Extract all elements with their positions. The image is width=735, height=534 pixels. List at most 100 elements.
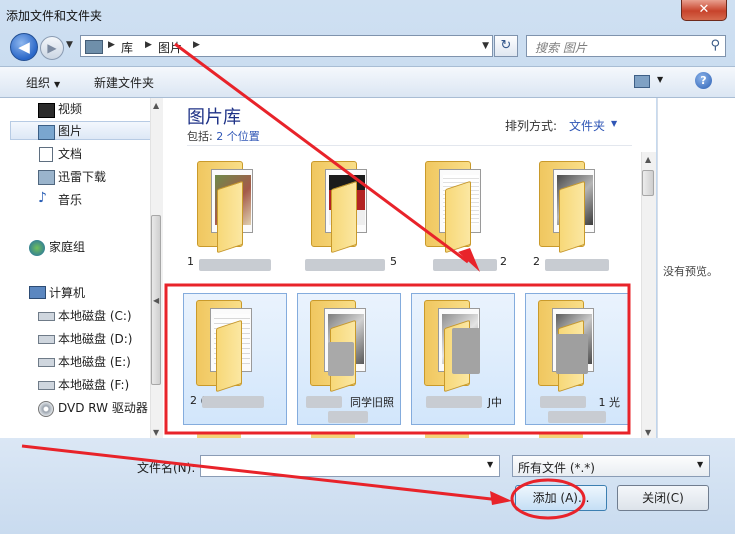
address-dropdown-icon[interactable]: ▼ bbox=[482, 41, 489, 51]
download-folder-icon bbox=[38, 170, 55, 185]
folder-icon bbox=[196, 300, 258, 393]
blurred-label bbox=[540, 396, 586, 408]
folder-tile[interactable]: 1 bbox=[185, 155, 289, 287]
add-files-dialog: 添加文件和文件夹 ✕ ◀ ▶ ▼ ▶ 库 ▶ 图片 ▶ ▼ ↻ 搜索 图片 ⚲ … bbox=[0, 0, 735, 534]
sidebar-item-music[interactable]: 音乐 bbox=[58, 191, 82, 209]
chevron-down-icon: ▼ bbox=[54, 80, 61, 89]
navigation-pane: 视频 图片 文档 迅雷下载 ♪ 音乐 家庭组 计算机 本地磁盘 (C:) 本地磁… bbox=[0, 98, 162, 438]
file-type-value: 所有文件 (*.*) bbox=[518, 461, 595, 475]
includes-locations-link[interactable]: 2 个位置 bbox=[216, 130, 260, 143]
sidebar-item-drive-d[interactable]: 本地磁盘 (D:) bbox=[58, 330, 132, 348]
dvd-drive-icon bbox=[38, 401, 54, 417]
chevron-right-icon[interactable]: ▶ bbox=[145, 40, 152, 50]
library-icon bbox=[85, 40, 103, 54]
sidebar-item-drive-c[interactable]: 本地磁盘 (C:) bbox=[58, 307, 132, 325]
title-bar: 添加文件和文件夹 ✕ bbox=[0, 0, 735, 30]
command-toolbar: 组织 ▼ 新建文件夹 ▼ ? bbox=[0, 66, 735, 98]
documents-library-icon bbox=[39, 147, 53, 162]
scroll-grip-icon: ◀ bbox=[153, 296, 160, 305]
hard-drive-icon bbox=[38, 312, 55, 321]
navigation-bar: ◀ ▶ ▼ ▶ 库 ▶ 图片 ▶ ▼ ↻ 搜索 图片 ⚲ bbox=[0, 31, 735, 61]
computer-icon bbox=[29, 286, 46, 299]
change-view-icon[interactable] bbox=[634, 75, 650, 88]
content-scroll-thumb[interactable] bbox=[642, 170, 654, 196]
blurred-label bbox=[199, 259, 271, 271]
help-button[interactable]: ? bbox=[695, 72, 712, 89]
folder-icon bbox=[425, 161, 487, 254]
header-divider bbox=[187, 145, 632, 146]
close-window-button[interactable]: ✕ bbox=[681, 0, 727, 21]
filename-input[interactable] bbox=[200, 455, 500, 477]
folder-tile-selected[interactable]: J中 bbox=[411, 293, 515, 425]
blurred-label bbox=[433, 259, 497, 271]
blurred-label bbox=[545, 259, 609, 271]
file-type-select[interactable]: 所有文件 (*.*) bbox=[512, 455, 710, 477]
blurred-thumbnail bbox=[556, 334, 588, 374]
folder-icon bbox=[197, 161, 259, 254]
scroll-down-icon[interactable]: ▼ bbox=[153, 428, 159, 437]
recent-locations-dropdown-icon[interactable]: ▼ bbox=[66, 40, 73, 50]
library-title: 图片库 bbox=[187, 107, 241, 128]
blurred-thumbnail bbox=[328, 342, 354, 376]
blurred-label bbox=[305, 259, 385, 271]
breadcrumb-pictures[interactable]: 图片 bbox=[158, 39, 182, 56]
hard-drive-icon bbox=[38, 335, 55, 344]
sidebar-item-drive-f[interactable]: 本地磁盘 (F:) bbox=[58, 376, 129, 394]
folder-icon bbox=[539, 161, 601, 254]
sidebar-item-computer[interactable]: 计算机 bbox=[49, 284, 85, 302]
scroll-up-icon[interactable]: ▲ bbox=[645, 155, 651, 164]
folder-tile-selected[interactable]: 同学旧照 bbox=[297, 293, 401, 425]
new-folder-button[interactable]: 新建文件夹 bbox=[94, 74, 154, 91]
sidebar-item-videos[interactable]: 视频 bbox=[58, 100, 82, 118]
chevron-down-icon[interactable]: ▼ bbox=[487, 460, 493, 469]
folder-tile[interactable]: 2 bbox=[413, 155, 517, 287]
refresh-button[interactable]: ↻ bbox=[494, 35, 518, 57]
video-library-icon bbox=[38, 103, 55, 118]
chevron-right-icon[interactable]: ▶ bbox=[108, 40, 115, 50]
hard-drive-icon bbox=[38, 381, 55, 390]
organize-button[interactable]: 组织 ▼ bbox=[26, 74, 60, 91]
homegroup-icon bbox=[29, 240, 45, 256]
includes-label: 包括: bbox=[187, 130, 213, 143]
organize-label: 组织 bbox=[26, 76, 51, 90]
chevron-down-icon[interactable]: ▼ bbox=[611, 119, 617, 128]
filename-label: 文件名(N): bbox=[137, 461, 196, 475]
scroll-down-icon[interactable]: ▼ bbox=[645, 428, 651, 437]
sidebar-item-xunlei-downloads[interactable]: 迅雷下载 bbox=[58, 168, 106, 186]
search-icon[interactable]: ⚲ bbox=[710, 38, 720, 53]
pictures-library-icon bbox=[38, 125, 55, 140]
forward-button[interactable]: ▶ bbox=[40, 36, 64, 60]
search-box[interactable]: 搜索 图片 ⚲ bbox=[526, 35, 726, 57]
sidebar-item-homegroup[interactable]: 家庭组 bbox=[49, 238, 85, 256]
no-preview-text: 没有预览。 bbox=[663, 265, 718, 278]
breadcrumb-library[interactable]: 库 bbox=[121, 39, 133, 56]
sidebar-item-drive-e[interactable]: 本地磁盘 (E:) bbox=[58, 353, 131, 371]
sidebar-item-dvd-drive[interactable]: DVD RW 驱动器 bbox=[58, 399, 148, 417]
arrange-by-label: 排列方式: bbox=[505, 119, 558, 133]
folder-tile-selected[interactable]: 2 ( bbox=[183, 293, 287, 425]
chevron-down-icon[interactable]: ▼ bbox=[697, 460, 703, 469]
sidebar-item-documents[interactable]: 文档 bbox=[58, 145, 82, 163]
address-bar[interactable]: ▶ 库 ▶ 图片 ▶ ▼ bbox=[80, 35, 493, 57]
sidebar-item-pictures[interactable]: 图片 bbox=[58, 122, 82, 140]
window-title: 添加文件和文件夹 bbox=[6, 9, 103, 23]
folder-tile[interactable]: 5 bbox=[299, 155, 403, 287]
folder-icon bbox=[311, 161, 373, 254]
music-library-icon: ♪ bbox=[38, 190, 47, 206]
add-button[interactable]: 添加 (A)... bbox=[515, 485, 607, 511]
blurred-label bbox=[202, 396, 264, 408]
chevron-right-icon[interactable]: ▶ bbox=[193, 40, 200, 50]
back-button[interactable]: ◀ bbox=[10, 33, 38, 61]
blurred-label bbox=[328, 411, 368, 423]
blurred-thumbnail bbox=[452, 328, 480, 374]
blurred-label bbox=[306, 396, 342, 408]
scroll-up-icon[interactable]: ▲ bbox=[153, 101, 159, 110]
hard-drive-icon bbox=[38, 358, 55, 367]
arrange-by-dropdown[interactable]: 文件夹 bbox=[569, 117, 605, 134]
close-button[interactable]: 关闭(C) bbox=[617, 485, 709, 511]
folder-tile-selected[interactable]: 1 光 bbox=[525, 293, 629, 425]
library-includes: 包括: 2 个位置 bbox=[187, 128, 260, 144]
folder-tile[interactable]: 2 bbox=[527, 155, 631, 287]
blurred-label bbox=[548, 411, 606, 423]
view-options-dropdown-icon[interactable]: ▼ bbox=[657, 75, 663, 84]
